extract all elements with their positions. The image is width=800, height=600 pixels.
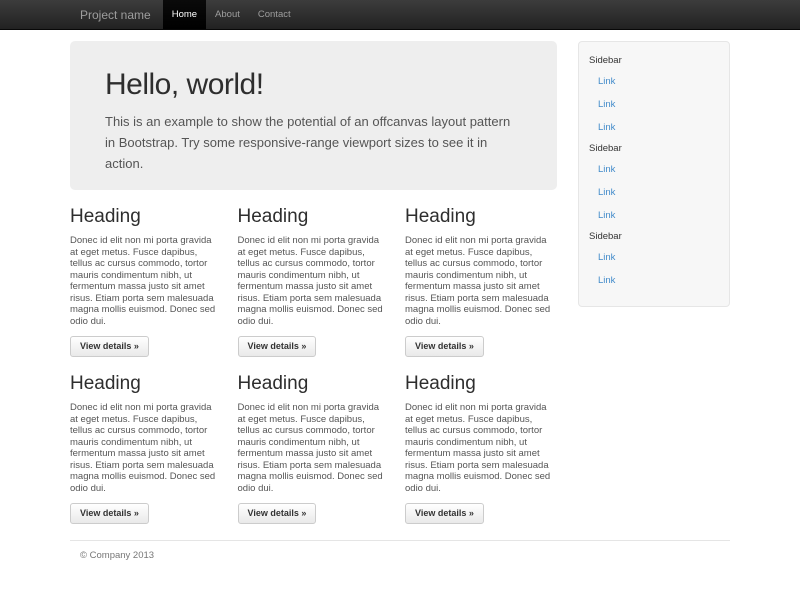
cards-row-2: Heading Donec id elit non mi porta gravi… <box>70 357 557 524</box>
view-details-button[interactable]: View details » <box>238 336 317 357</box>
card-heading: Heading <box>70 206 221 228</box>
cards-row-1: Heading Donec id elit non mi porta gravi… <box>70 190 557 357</box>
sidebar-link[interactable]: Link <box>598 70 719 93</box>
sidebar: Sidebar Link Link Link Sidebar Link Link… <box>578 41 730 307</box>
view-details-button[interactable]: View details » <box>70 336 149 357</box>
sidebar-link[interactable]: Link <box>598 269 719 292</box>
card: Heading Donec id elit non mi porta gravi… <box>70 190 221 357</box>
view-details-button[interactable]: View details » <box>405 503 484 524</box>
card-body-text: Donec id elit non mi porta gravida at eg… <box>238 235 389 327</box>
view-details-button[interactable]: View details » <box>70 503 149 524</box>
card-heading: Heading <box>70 373 221 395</box>
view-details-button[interactable]: View details » <box>405 336 484 357</box>
card-heading: Heading <box>238 206 389 228</box>
nav-item-contact[interactable]: Contact <box>249 0 300 29</box>
sidebar-group-3: Sidebar Link Link <box>589 231 719 292</box>
page-container: Hello, world! This is an example to show… <box>70 41 730 570</box>
navbar-container: Project name Home About Contact <box>70 0 730 29</box>
sidebar-group-2: Sidebar Link Link Link <box>589 143 719 227</box>
card-heading: Heading <box>405 373 556 395</box>
card-heading: Heading <box>405 206 556 228</box>
top-navbar: Project name Home About Contact <box>0 0 800 30</box>
sidebar-link[interactable]: Link <box>598 204 719 227</box>
card-body-text: Donec id elit non mi porta gravida at eg… <box>70 402 221 494</box>
jumbotron-description: This is an example to show the potential… <box>105 111 522 174</box>
view-details-button[interactable]: View details » <box>238 503 317 524</box>
page-title: Hello, world! <box>105 68 522 102</box>
content-row: Hello, world! This is an example to show… <box>70 41 730 524</box>
card: Heading Donec id elit non mi porta gravi… <box>70 357 221 524</box>
card-heading: Heading <box>238 373 389 395</box>
sidebar-group-1: Sidebar Link Link Link <box>589 55 719 139</box>
card-body-text: Donec id elit non mi porta gravida at eg… <box>405 402 556 494</box>
page-footer: © Company 2013 <box>70 540 730 570</box>
card: Heading Donec id elit non mi porta gravi… <box>238 190 389 357</box>
jumbotron: Hello, world! This is an example to show… <box>70 41 557 190</box>
nav-item-home[interactable]: Home <box>163 0 206 29</box>
card: Heading Donec id elit non mi porta gravi… <box>238 357 389 524</box>
card-body-text: Donec id elit non mi porta gravida at eg… <box>70 235 221 327</box>
sidebar-link[interactable]: Link <box>598 246 719 269</box>
sidebar-column: Sidebar Link Link Link Sidebar Link Link… <box>578 41 730 524</box>
card: Heading Donec id elit non mi porta gravi… <box>405 190 556 357</box>
card: Heading Donec id elit non mi porta gravi… <box>405 357 556 524</box>
copyright-text: © Company 2013 <box>80 550 720 561</box>
sidebar-link[interactable]: Link <box>598 181 719 204</box>
card-body-text: Donec id elit non mi porta gravida at eg… <box>238 402 389 494</box>
navbar-menu: Home About Contact <box>163 0 300 29</box>
sidebar-link[interactable]: Link <box>598 158 719 181</box>
sidebar-group-label: Sidebar <box>589 231 719 242</box>
sidebar-link[interactable]: Link <box>598 93 719 116</box>
card-body-text: Donec id elit non mi porta gravida at eg… <box>405 235 556 327</box>
main-column: Hello, world! This is an example to show… <box>70 41 557 524</box>
navbar-brand[interactable]: Project name <box>70 0 161 29</box>
nav-item-about[interactable]: About <box>206 0 249 29</box>
sidebar-link[interactable]: Link <box>598 116 719 139</box>
sidebar-group-label: Sidebar <box>589 55 719 66</box>
sidebar-group-label: Sidebar <box>589 143 719 154</box>
